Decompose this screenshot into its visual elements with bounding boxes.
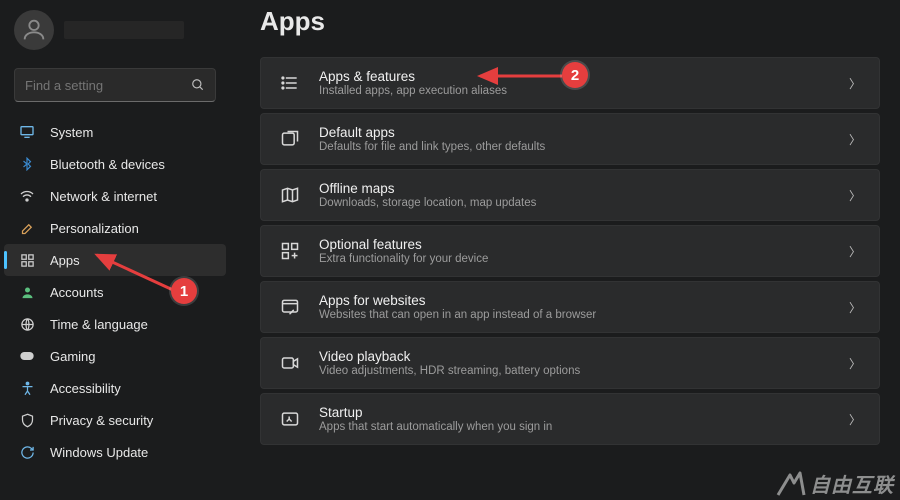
sidebar-item-label: System [50, 125, 93, 140]
watermark: 自由互联 [776, 469, 894, 498]
chevron-right-icon: 〉 [849, 411, 861, 428]
chevron-right-icon: 〉 [849, 131, 861, 148]
card-apps-for-websites[interactable]: Apps for websites Websites that can open… [260, 281, 880, 333]
person-icon [18, 283, 36, 301]
page-title: Apps [260, 6, 880, 37]
card-title: Offline maps [319, 181, 536, 196]
card-subtitle: Websites that can open in an app instead… [319, 309, 596, 321]
shield-icon [18, 411, 36, 429]
sidebar-item-time-language[interactable]: Time & language [4, 308, 226, 340]
person-icon [20, 16, 48, 44]
sidebar-item-apps[interactable]: Apps [4, 244, 226, 276]
search-icon [191, 78, 205, 92]
sidebar-item-label: Network & internet [50, 189, 157, 204]
sidebar: System Bluetooth & devices Network & int… [0, 0, 230, 500]
grid-plus-icon [279, 240, 301, 262]
card-subtitle: Apps that start automatically when you s… [319, 421, 552, 433]
sidebar-item-bluetooth[interactable]: Bluetooth & devices [4, 148, 226, 180]
user-name-redacted [64, 21, 184, 39]
card-optional-features[interactable]: Optional features Extra functionality fo… [260, 225, 880, 277]
globe-icon [18, 315, 36, 333]
sidebar-item-label: Accounts [50, 285, 103, 300]
card-startup[interactable]: Startup Apps that start automatically wh… [260, 393, 880, 445]
search-field[interactable] [25, 78, 185, 93]
sidebar-item-windows-update[interactable]: Windows Update [4, 436, 226, 468]
website-app-icon [279, 296, 301, 318]
card-title: Optional features [319, 237, 488, 252]
sidebar-item-label: Gaming [50, 349, 96, 364]
update-icon [18, 443, 36, 461]
sidebar-item-network[interactable]: Network & internet [4, 180, 226, 212]
video-icon [279, 352, 301, 374]
bluetooth-icon [18, 155, 36, 173]
avatar [14, 10, 54, 50]
sidebar-item-label: Time & language [50, 317, 148, 332]
annotation-badge-2: 2 [562, 62, 588, 88]
watermark-text: 自由互联 [810, 469, 894, 498]
list-icon [279, 72, 301, 94]
card-title: Startup [319, 405, 552, 420]
sidebar-item-label: Accessibility [50, 381, 121, 396]
sidebar-item-label: Bluetooth & devices [50, 157, 165, 172]
sidebar-item-accessibility[interactable]: Accessibility [4, 372, 226, 404]
default-apps-icon [279, 128, 301, 150]
chevron-right-icon: 〉 [849, 75, 861, 92]
card-title: Video playback [319, 349, 580, 364]
sidebar-item-label: Windows Update [50, 445, 148, 460]
sidebar-item-personalization[interactable]: Personalization [4, 212, 226, 244]
card-subtitle: Installed apps, app execution aliases [319, 85, 507, 97]
wifi-icon [18, 187, 36, 205]
annotation-badge-1: 1 [171, 278, 197, 304]
apps-icon [18, 251, 36, 269]
sidebar-item-label: Apps [50, 253, 80, 268]
display-icon [18, 123, 36, 141]
card-subtitle: Extra functionality for your device [319, 253, 488, 265]
chevron-right-icon: 〉 [849, 187, 861, 204]
sidebar-item-privacy[interactable]: Privacy & security [4, 404, 226, 436]
accessibility-icon [18, 379, 36, 397]
search-input[interactable] [14, 68, 216, 102]
watermark-logo-icon [776, 471, 806, 497]
card-subtitle: Video adjustments, HDR streaming, batter… [319, 365, 580, 377]
sidebar-item-gaming[interactable]: Gaming [4, 340, 226, 372]
startup-icon [279, 408, 301, 430]
sidebar-item-system[interactable]: System [4, 116, 226, 148]
chevron-right-icon: 〉 [849, 243, 861, 260]
user-account-row[interactable] [0, 8, 230, 68]
card-subtitle: Downloads, storage location, map updates [319, 197, 536, 209]
card-default-apps[interactable]: Default apps Defaults for file and link … [260, 113, 880, 165]
card-title: Apps & features [319, 69, 507, 84]
sidebar-item-label: Privacy & security [50, 413, 153, 428]
card-offline-maps[interactable]: Offline maps Downloads, storage location… [260, 169, 880, 221]
card-title: Default apps [319, 125, 545, 140]
brush-icon [18, 219, 36, 237]
chevron-right-icon: 〉 [849, 299, 861, 316]
gaming-icon [18, 347, 36, 365]
card-video-playback[interactable]: Video playback Video adjustments, HDR st… [260, 337, 880, 389]
card-title: Apps for websites [319, 293, 596, 308]
settings-card-list: Apps & features Installed apps, app exec… [260, 57, 880, 445]
card-subtitle: Defaults for file and link types, other … [319, 141, 545, 153]
sidebar-item-label: Personalization [50, 221, 139, 236]
map-icon [279, 184, 301, 206]
chevron-right-icon: 〉 [849, 355, 861, 372]
